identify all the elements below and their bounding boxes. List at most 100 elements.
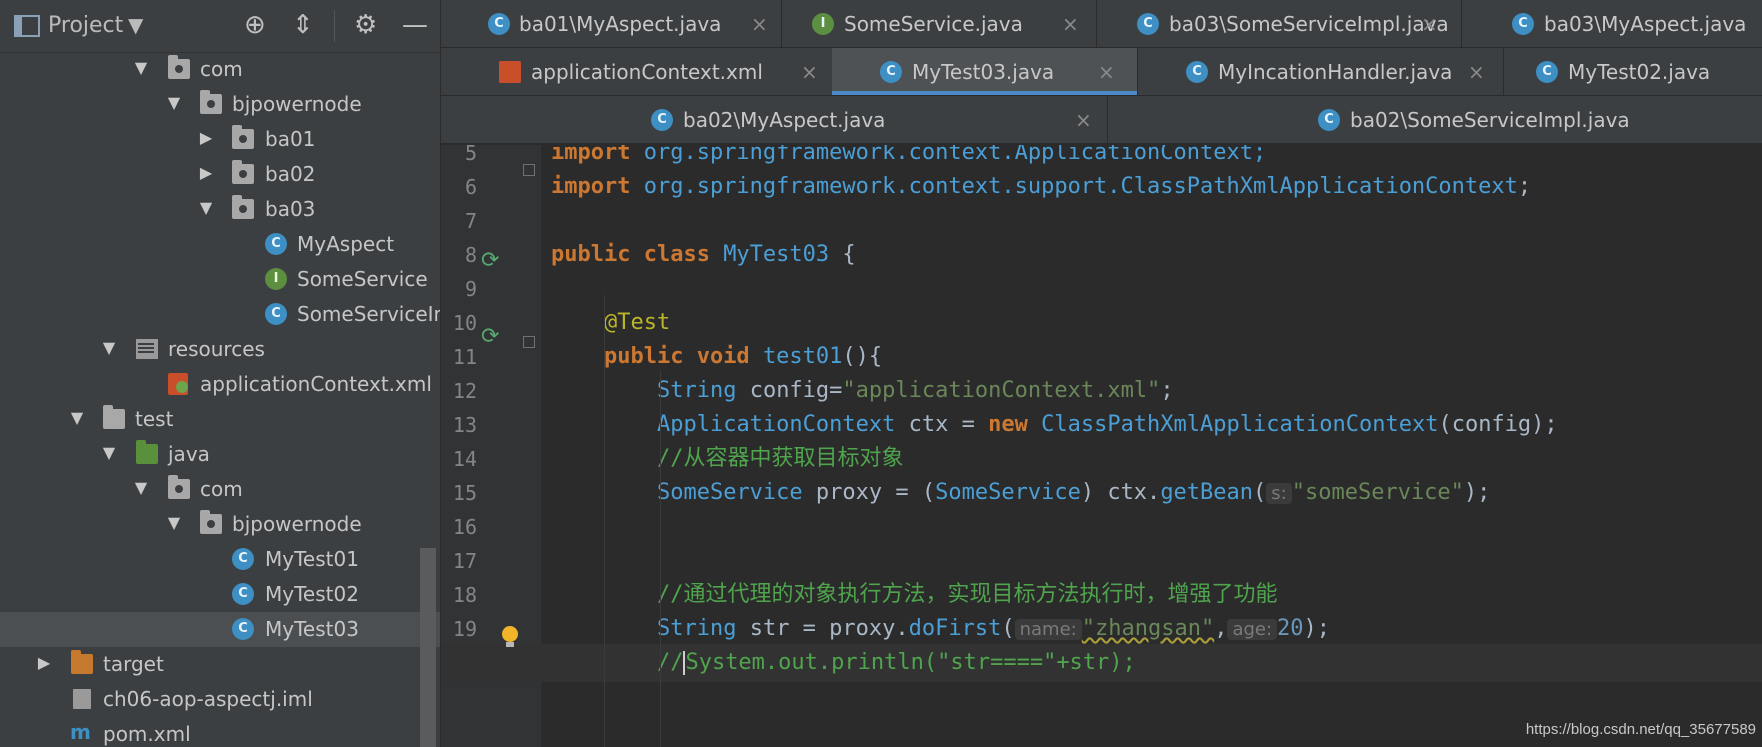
code-token: test01 xyxy=(762,344,843,369)
tree-node-label: SomeServiceIm xyxy=(297,302,441,326)
tab-mytest02[interactable]: C MyTest02.java xyxy=(1504,48,1762,95)
tree-node-label: com xyxy=(200,57,243,81)
tree-node[interactable]: C MyTest01 xyxy=(0,542,440,577)
tree-node[interactable]: ▶ ba01 xyxy=(0,122,440,157)
close-icon[interactable]: × xyxy=(1421,12,1438,36)
code-line[interactable]: @Test xyxy=(551,304,670,342)
tree-node[interactable]: ▶ target xyxy=(0,647,440,682)
expand-arrow-icon[interactable]: ▼ xyxy=(132,58,150,77)
code-line[interactable]: //System.out.println("str===="+str); xyxy=(551,644,1136,682)
tree-node[interactable]: ▶ ba02 xyxy=(0,157,440,192)
tree-node-label: MyTest01 xyxy=(265,547,359,571)
tree-node[interactable]: I SomeService xyxy=(0,262,440,297)
package-icon xyxy=(232,195,254,219)
code-line[interactable]: public class MyTest03 { xyxy=(551,236,856,274)
close-icon[interactable]: × xyxy=(1062,12,1079,36)
tree-node[interactable]: ▼ java xyxy=(0,437,440,472)
class-icon: C xyxy=(265,303,287,325)
tree-node[interactable]: ▼ com xyxy=(0,472,440,507)
tab-ba01-myaspect[interactable]: C ba01\MyAspect.java × xyxy=(441,0,781,47)
tree-node[interactable]: m pom.xml xyxy=(0,717,440,747)
project-panel-title[interactable]: Project xyxy=(48,13,123,38)
code-line[interactable]: public void test01(){ xyxy=(551,338,882,376)
tree-node[interactable]: C MyAspect xyxy=(0,227,440,262)
code-line[interactable]: SomeService proxy = (SomeService) ctx.ge… xyxy=(551,474,1490,512)
tree-node-label: pom.xml xyxy=(103,722,191,746)
close-icon[interactable]: × xyxy=(1075,108,1092,132)
close-icon[interactable]: × xyxy=(1098,60,1115,84)
class-icon: C xyxy=(1137,13,1159,35)
expand-arrow-icon[interactable]: ▼ xyxy=(165,513,183,532)
code-token: "zhangsan" xyxy=(1081,616,1215,641)
close-icon[interactable]: × xyxy=(1468,60,1485,84)
tree-scrollbar[interactable] xyxy=(420,548,436,747)
code-line[interactable]: ApplicationContext ctx = new ClassPathXm… xyxy=(551,406,1558,444)
gear-icon[interactable]: ⚙ xyxy=(354,10,377,40)
line-number: 13 xyxy=(452,413,477,437)
code-token: SomeService xyxy=(656,480,803,505)
collapse-arrow-icon[interactable]: ▶ xyxy=(197,163,215,182)
expand-arrow-icon[interactable]: ▼ xyxy=(132,478,150,497)
tab-ba03-someserviceimpl[interactable]: C ba03\SomeServiceImpl.java × xyxy=(1097,0,1461,47)
minimize-icon[interactable]: — xyxy=(402,10,428,40)
tree-node[interactable]: ▼ bjpowernode xyxy=(0,87,440,122)
expand-arrow-icon[interactable]: ▼ xyxy=(68,408,86,427)
tree-node[interactable]: ▼ bjpowernode xyxy=(0,507,440,542)
indent-guide xyxy=(660,371,661,747)
expand-arrow-icon[interactable]: ▼ xyxy=(100,338,118,357)
tree-node-label: ba03 xyxy=(265,197,316,221)
fold-marker-icon[interactable] xyxy=(523,336,535,348)
expand-arrow-icon[interactable]: ▼ xyxy=(100,443,118,462)
line-number: 6 xyxy=(464,175,477,199)
collapse-arrow-icon[interactable]: ▶ xyxy=(197,128,215,147)
close-icon[interactable]: × xyxy=(751,12,768,36)
line-number: 18 xyxy=(452,583,477,607)
excluded-folder-icon xyxy=(71,650,93,674)
locate-icon[interactable]: ⊕ xyxy=(244,10,266,40)
interface-icon: I xyxy=(812,13,834,35)
tree-node[interactable]: ▼ resources xyxy=(0,332,440,367)
code-line[interactable]: String str = proxy.doFirst(name: "zhangsa… xyxy=(551,610,1330,648)
collapse-all-icon[interactable]: ⇕ xyxy=(292,10,314,40)
tab-someservice[interactable]: I SomeService.java × xyxy=(782,0,1096,47)
tree-node-label: target xyxy=(103,652,164,676)
code-token: ctx = xyxy=(895,412,989,437)
expand-arrow-icon[interactable]: ▼ xyxy=(197,198,215,217)
tree-node[interactable]: applicationContext.xml xyxy=(0,367,440,402)
tab-ba02-myaspect[interactable]: C ba02\MyAspect.java × xyxy=(441,96,1107,143)
code-token: // xyxy=(551,650,684,675)
collapse-arrow-icon[interactable]: ▶ xyxy=(35,653,53,672)
line-number: 19 xyxy=(452,617,477,641)
fold-marker-icon[interactable] xyxy=(523,164,535,176)
tab-mytest03[interactable]: C MyTest03.java × xyxy=(832,48,1137,95)
tree-node[interactable]: C MyTest02 xyxy=(0,577,440,612)
code-token: MyTest03 xyxy=(723,242,830,267)
tab-myincationhandler[interactable]: C MyIncationHandler.java × xyxy=(1138,48,1503,95)
module-file-icon xyxy=(73,689,91,709)
tree-node-label: ba01 xyxy=(265,127,316,151)
expand-arrow-icon[interactable]: ▼ xyxy=(165,93,183,112)
tree-node[interactable]: ▼ com xyxy=(0,52,440,87)
close-icon[interactable]: × xyxy=(801,60,818,84)
tab-applicationcontext-xml[interactable]: applicationContext.xml × xyxy=(441,48,831,95)
chevron-down-icon[interactable]: ▼ xyxy=(128,13,143,37)
lightbulb-icon[interactable] xyxy=(501,626,519,650)
code-editor[interactable]: 567891011121314151617181920 import org.s… xyxy=(441,145,1762,747)
line-number: 7 xyxy=(464,209,477,233)
tab-ba02-someserviceimpl[interactable]: C ba02\SomeServiceImpl.java xyxy=(1108,96,1762,143)
code-token: import xyxy=(551,174,644,199)
run-test-icon[interactable]: ⟳ xyxy=(481,324,499,349)
tree-node[interactable]: ▼ ba03 xyxy=(0,192,440,227)
tree-node-selected[interactable]: C MyTest03 xyxy=(0,612,440,647)
code-line[interactable]: String config="applicationContext.xml"; xyxy=(551,372,1174,410)
class-icon: C xyxy=(488,13,510,35)
code-line[interactable]: import org.springframework.context.suppo… xyxy=(551,168,1531,206)
tree-node[interactable]: C SomeServiceIm xyxy=(0,297,440,332)
xml-file-icon xyxy=(168,373,188,395)
tree-node[interactable]: ch06-aop-aspectj.iml xyxy=(0,682,440,717)
run-test-icon[interactable]: ⟳ xyxy=(481,248,499,273)
tab-ba03-myaspect[interactable]: C ba03\MyAspect.java xyxy=(1462,0,1762,47)
tab-label: ba03\SomeServiceImpl.java xyxy=(1169,12,1449,36)
tree-node[interactable]: ▼ test xyxy=(0,402,440,437)
